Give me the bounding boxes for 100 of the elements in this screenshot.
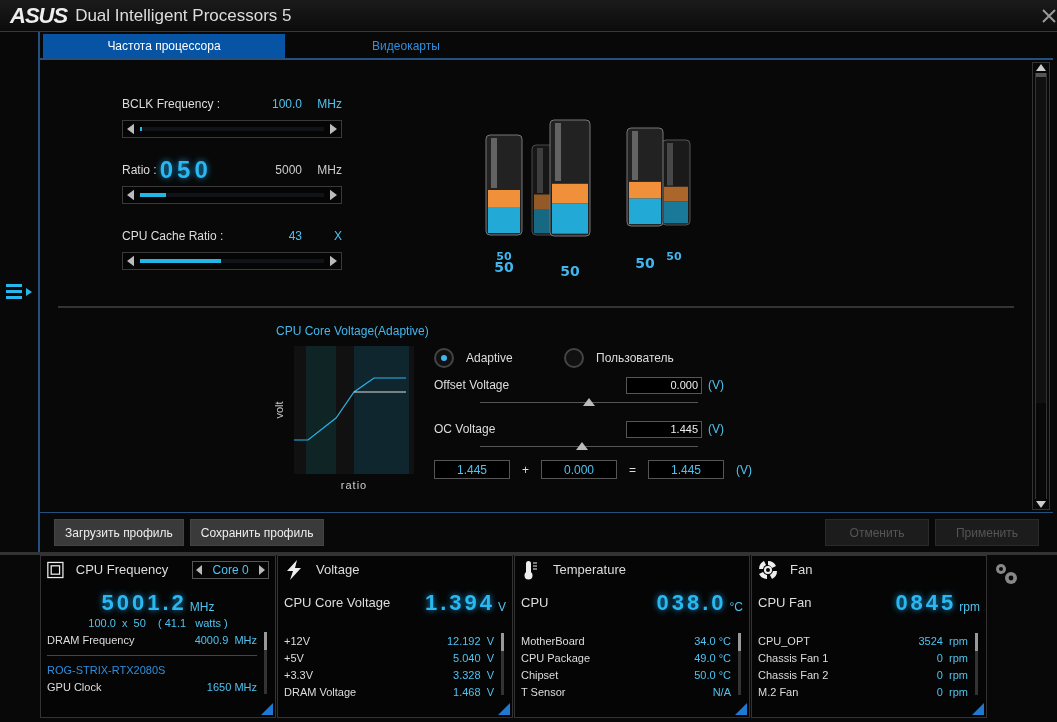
radio-label: Пользователь (596, 350, 674, 367)
voltage-slider[interactable] (480, 398, 698, 408)
panel-title: Voltage (316, 561, 360, 580)
scroll-down-icon[interactable] (1035, 499, 1047, 509)
core-ratio-label: 50 (666, 250, 682, 263)
voltage-slider[interactable] (480, 442, 698, 452)
panel-title: Temperature (553, 561, 626, 580)
reading-label: +12V (284, 634, 310, 649)
fan-icon (758, 560, 778, 580)
tab[interactable]: Видеокарты (285, 34, 527, 58)
left-arrow-icon[interactable] (127, 123, 134, 135)
action-button[interactable]: Сохранить профиль (189, 519, 325, 546)
brand-logo: ASUS (10, 2, 68, 30)
left-arrow-icon[interactable] (127, 189, 134, 201)
reading-value: 0 rpm (936, 668, 968, 683)
reading-value: 1.394 (424, 589, 495, 617)
reading-value: 34.0 °C (694, 634, 731, 649)
field-label: Offset Voltage (434, 377, 510, 394)
right-arrow-icon[interactable] (330, 123, 337, 135)
right-arrow-icon[interactable] (259, 565, 265, 575)
voltage-field[interactable]: 0.000 (626, 376, 702, 394)
reading-label: MotherBoard (521, 634, 585, 649)
reading-detail: 100.0 x 50 ( 41.1 watts ) (87, 616, 229, 631)
reading-value: 4000.9 MHz (194, 632, 257, 648)
reading-label: Chipset (521, 668, 559, 683)
slider-label: Ratio : (122, 162, 157, 179)
reading-value: 3.328 V (453, 668, 494, 683)
scrollbar[interactable] (501, 633, 504, 695)
unit-label: rpm (959, 599, 980, 616)
reading-label: T Sensor (521, 685, 566, 700)
action-button: Отменить (825, 519, 929, 546)
result-field[interactable]: 1.445 (648, 460, 725, 479)
scroll-thumb[interactable] (1036, 73, 1046, 403)
reading-value: 5.040 V (453, 651, 494, 666)
scrollbar[interactable] (264, 631, 267, 694)
radio-button[interactable] (434, 348, 454, 368)
core-selector[interactable]: Core 0 (192, 561, 269, 579)
slider-value: 100.0 (270, 96, 302, 113)
reading-label: Chassis Fan 2 (758, 668, 829, 683)
unit-label: (V) (736, 461, 753, 479)
window-title: Dual Intelligent Processors 5 (75, 4, 292, 27)
axis-label: ratio (339, 478, 369, 493)
menu-icon[interactable] (4, 282, 34, 302)
reading-value: 1650 MHz (206, 679, 257, 695)
panel-title: Fan (790, 561, 813, 580)
reading-label: CPU_OPT (758, 634, 810, 649)
resize-corner-icon[interactable] (261, 703, 273, 715)
unit-label: °C (729, 599, 743, 616)
slider-thumb[interactable] (576, 442, 589, 450)
right-arrow-icon[interactable] (330, 255, 337, 267)
slider-track[interactable] (122, 252, 342, 270)
unit-label: (V) (708, 421, 724, 438)
reading-label: +3.3V (284, 668, 314, 683)
reading-value: 0 rpm (936, 685, 968, 700)
reading-label: DRAM Voltage (284, 685, 357, 700)
slider-thumb[interactable] (583, 398, 595, 406)
slider-track[interactable] (122, 120, 342, 138)
unit-label: MHz (189, 599, 215, 616)
panel-title: CPU Frequency (75, 561, 169, 580)
reading-value: 038.0 (656, 589, 727, 617)
resize-corner-icon[interactable] (498, 703, 510, 715)
scrollbar[interactable] (975, 633, 978, 695)
close-icon[interactable] (1041, 7, 1057, 24)
resize-corner-icon[interactable] (735, 703, 747, 715)
scrollbar[interactable] (1032, 62, 1050, 510)
left-arrow-icon[interactable] (127, 255, 134, 267)
reading-value: 1.468 V (453, 685, 494, 700)
reading-label: Chassis Fan 1 (758, 651, 829, 666)
unit-label: X (333, 228, 342, 245)
reading-value: 12.192 V (446, 634, 494, 649)
core-ratio-label: 50 (635, 255, 655, 271)
action-button[interactable]: Загрузить профиль (54, 519, 184, 546)
slider-value: 43 (287, 228, 302, 245)
tab[interactable]: Частота процессора (43, 34, 285, 58)
unit-label: V (498, 599, 506, 616)
left-arrow-icon[interactable] (196, 565, 203, 575)
gpu-name: ROG-STRIX-RTX2080S (47, 662, 167, 678)
reading-label: CPU (521, 593, 549, 612)
reading-value: 0845 (895, 589, 957, 617)
scrollbar[interactable] (738, 633, 741, 695)
reading-label: CPU Fan (758, 593, 812, 612)
slider-fill[interactable] (140, 259, 221, 263)
lightning-icon (284, 560, 304, 580)
reading-label: CPU Package (521, 651, 591, 666)
action-button: Применить (935, 519, 1039, 546)
reading-value: 49.0 °C (694, 651, 731, 666)
ratio-display: 050 (159, 158, 212, 182)
radio-button[interactable] (564, 348, 584, 368)
slider-value: 5000 (274, 162, 302, 179)
slider-fill[interactable] (140, 193, 166, 197)
voltage-field[interactable]: 1.445 (626, 420, 702, 438)
reading-label: DRAM Frequency (47, 632, 135, 648)
chart-title: CPU Core Voltage(Adaptive) (276, 323, 429, 339)
right-arrow-icon[interactable] (330, 189, 337, 201)
unit-label: MHz (316, 96, 342, 113)
slider-track[interactable] (122, 186, 342, 204)
reading-value: 5001.2 (101, 589, 187, 617)
result-field[interactable]: 0.000 (541, 460, 617, 479)
result-field[interactable]: 1.445 (434, 460, 510, 479)
resize-corner-icon[interactable] (972, 703, 984, 715)
